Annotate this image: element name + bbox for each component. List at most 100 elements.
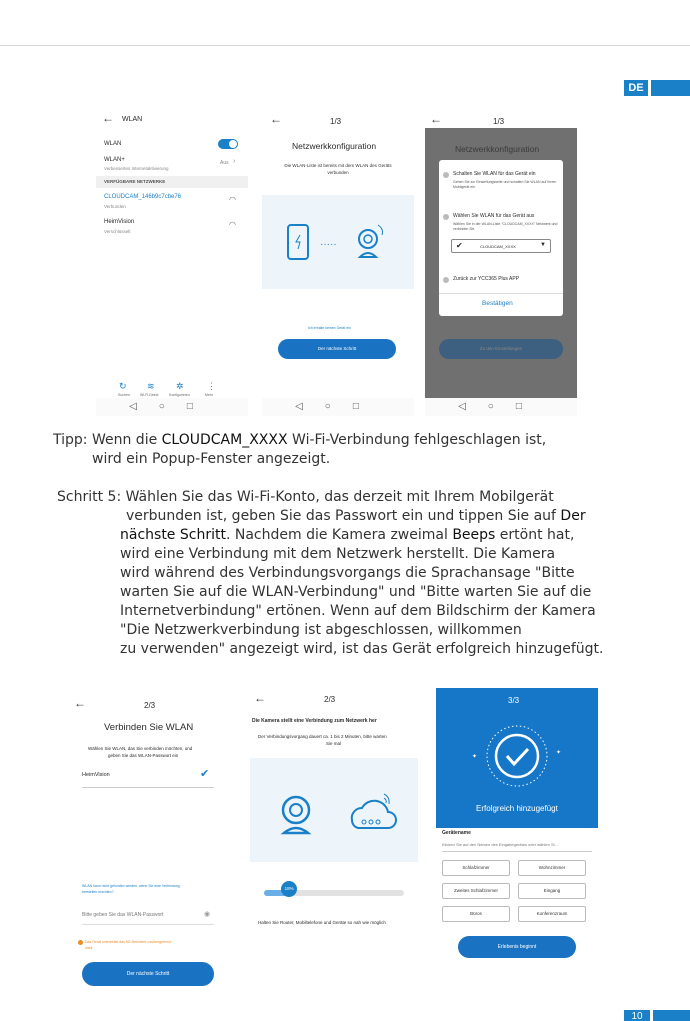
screen-title: Netzwerkkonfiguration: [292, 141, 377, 151]
room-chip[interactable]: Konferenzraum: [518, 906, 586, 922]
network-1-status: Verbunden: [104, 204, 126, 209]
step5-line-2: verbunden ist, geben Sie das Passwort ei…: [126, 507, 586, 527]
android-nav-bar: ◁○□: [425, 398, 577, 416]
bottom-label-more: Mehr: [205, 393, 213, 397]
wlan-not-found-line-2[interactable]: herstellen möchten?: [82, 890, 114, 894]
language-marker: DE: [624, 80, 690, 96]
camera-cloud-illustration: [280, 793, 397, 835]
android-nav-buttons[interactable]: ◁○□: [262, 401, 414, 412]
eye-icon[interactable]: ◉: [204, 910, 210, 918]
start-experience-button[interactable]: Erlebenis beginnt: [458, 936, 576, 958]
screenshot-connect-wlan: ← 2/3 Verbinden Sie WLAN Wählen Sie WLAN…: [74, 688, 232, 996]
screen-title: Netzwerkkonfiguration: [455, 144, 540, 154]
room-chip[interactable]: Zweites Schlafzimmer: [442, 883, 510, 899]
back-arrow-icon[interactable]: ←: [254, 691, 266, 705]
network-2-name[interactable]: HeimVision: [104, 219, 134, 225]
more-icon[interactable]: ⋮: [207, 381, 216, 392]
phone-camera-illustration: ·····: [287, 224, 383, 260]
option-radio-1[interactable]: [443, 172, 449, 178]
option-radio-2[interactable]: [443, 214, 449, 220]
screenshot-wlan-settings: ← WLAN WLAN WLAN+ Verbessertes Interneta…: [96, 110, 248, 416]
wlan-not-found-line-1[interactable]: WLAN kann nicht gefunden werden, wenn Si…: [82, 884, 180, 888]
svg-text:✦: ✦: [472, 753, 477, 760]
step5-line-7: Internetverbindung" ertönen. Wenn auf de…: [120, 603, 596, 619]
success-label: Erfolgreich hinzugefügt: [476, 804, 558, 813]
password-input[interactable]: Bitte geben Sie das WLAN-Passwort: [82, 912, 163, 918]
success-banner: 3/3 ✦ ✦ Erfolgreich hinzugefügt: [436, 688, 598, 828]
tip-text-pre: Wenn die: [91, 432, 158, 448]
description-line-1: Der Verbindungsvorgang dauert ca. 1 bis …: [258, 734, 387, 739]
step5-l3a: nächste Schritt: [120, 527, 226, 543]
room-chip[interactable]: Schlafzimmer: [442, 860, 510, 876]
wlan-toggle[interactable]: [218, 139, 238, 149]
wlanplus-desc: Verbessertes Internetaktivierung: [104, 166, 169, 171]
back-arrow-icon[interactable]: ←: [74, 696, 86, 710]
next-step-button[interactable]: Der nächste Schritt: [278, 339, 396, 359]
page-number-marker: 10: [624, 1010, 690, 1021]
screen-title: Die Kamera stellt eine Verbindung zum Ne…: [252, 718, 377, 724]
description-line-2: geben Sie das WLAN-Passwort ein: [108, 753, 179, 758]
back-arrow-icon[interactable]: ←: [102, 111, 114, 125]
bottom-label-wifidirect: Wi-Fi-Direct: [140, 393, 159, 397]
device-name-label: Gerätename: [442, 830, 471, 836]
room-chip[interactable]: Wohnzimmer: [518, 860, 586, 876]
confirm-button[interactable]: Bestätigen: [482, 300, 513, 307]
description-line-2: Sie mal: [326, 741, 342, 746]
step5-line-9: zu verwenden" angezeigt wird, ist das Ge…: [120, 641, 604, 657]
network-underline: [82, 787, 214, 788]
bottom-label-search: Suchen: [118, 393, 130, 397]
step5-label: Schritt 5:: [57, 489, 122, 505]
screenshot-wlan-dialog: ← 1/3 Netzwerkkonfiguration Schalten Sie…: [425, 110, 577, 416]
network-select[interactable]: ✔ CLOUDCAM_XXXX ▼: [451, 239, 551, 253]
selected-network[interactable]: HeimVision: [82, 772, 110, 778]
svg-text:✦: ✦: [556, 749, 561, 756]
android-nav-buttons[interactable]: ◁○□: [425, 401, 577, 412]
wlan-toggle-label: WLAN: [104, 141, 122, 147]
check-icon: ✔: [456, 241, 463, 250]
hint-text: Halten Sie Router, Mobiltelefone und Ger…: [258, 920, 386, 925]
room-chip[interactable]: Eingang: [518, 883, 586, 899]
step5-l3c: Beeps: [452, 527, 496, 543]
back-arrow-icon[interactable]: ←: [430, 112, 442, 126]
back-arrow-icon[interactable]: ←: [270, 112, 282, 126]
help-link[interactable]: Ich erhalte keinen Gerät ein: [308, 326, 351, 330]
illustration-panel: ·····: [262, 195, 414, 289]
option-1-desc: Gehen Sie zur Einstellungsseite und scha…: [453, 180, 557, 189]
page-number-bar: [653, 1010, 690, 1021]
option-2-title[interactable]: Wählen Sie WLAN für das Gerät aus: [453, 213, 534, 219]
step5-line-1: Schritt 5: Wählen Sie das Wi-Fi-Konto, d…: [57, 488, 554, 508]
language-tag: DE: [624, 80, 648, 96]
refresh-icon[interactable]: ↻: [119, 381, 127, 392]
configure-icon[interactable]: ✲: [176, 381, 184, 392]
network-1-name[interactable]: CLOUDCAM_146b9c7cbe76: [104, 194, 181, 200]
screenshot-network-config: ← 1/3 Netzwerkkonfiguration Die WLAN-Lis…: [262, 110, 414, 416]
step5-line-5: wird während des Verbindungsvorgangs die…: [120, 565, 575, 581]
option-1-title[interactable]: Schalten Sie WLAN für das Gerät ein: [453, 171, 536, 177]
5g-note-line-1: Das Gerät unterstützt das 5G-Netzwerk vo…: [85, 940, 171, 944]
room-chip[interactable]: Büros: [442, 906, 510, 922]
wifi-lock-icon: ◠: [229, 220, 236, 229]
wlanplus-value[interactable]: Aus: [220, 160, 229, 166]
next-step-button[interactable]: Der nächste Schritt: [82, 962, 214, 986]
selected-network: CLOUDCAM_XXXX: [480, 244, 516, 249]
android-nav-bar: ◁○□: [262, 398, 414, 416]
option-2-desc: Wählen Sie in der WLAN-Liste "CLOUDCAM_X…: [453, 222, 558, 231]
settings-button[interactable]: Zu den Einstellungen: [439, 339, 563, 359]
wifi-signal-icon: ◠: [229, 195, 236, 204]
step-indicator: 2/3: [144, 701, 156, 710]
dropdown-triangle-icon: ▼: [540, 242, 546, 248]
android-nav-buttons[interactable]: ◁○□: [96, 401, 248, 412]
bottom-label-configure: Konfigurieren: [169, 393, 190, 397]
network-2-status: Verschlüsselt: [104, 229, 131, 234]
illustration-panel: [250, 758, 418, 862]
option-3-title[interactable]: Zurück zur YCC365 Plus APP: [453, 276, 519, 282]
svg-text:·····: ·····: [320, 239, 337, 250]
device-name-input[interactable]: Klicken Sie auf den Namen des Eingabeger…: [442, 842, 558, 847]
android-nav-bar: ◁○□: [96, 398, 248, 416]
tip-line-2: wird ein Popup-Fenster angezeigt.: [92, 451, 331, 467]
step-indicator: 1/3: [330, 117, 342, 126]
description-line-1: Wählen Sie WLAN, das Sie verbinden möcht…: [88, 746, 193, 751]
option-radio-3[interactable]: [443, 277, 449, 283]
wifi-direct-icon[interactable]: ≋: [147, 381, 155, 392]
step5-l1: Wählen Sie das Wi-Fi-Konto, das derzeit …: [125, 489, 554, 505]
